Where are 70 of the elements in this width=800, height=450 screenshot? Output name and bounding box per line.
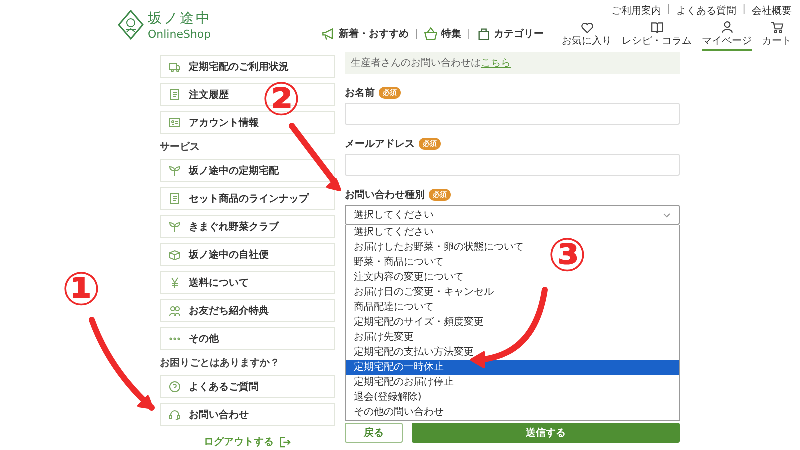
basket-icon [424, 27, 438, 41]
submit-button[interactable]: 送信する [412, 423, 680, 443]
dropdown-option[interactable]: 退会(登録解除) [346, 390, 679, 405]
document-icon [169, 192, 181, 204]
select-field[interactable]: 選択してください [345, 205, 680, 225]
sprout-icon [169, 220, 181, 232]
menu-item[interactable]: お問い合わせ [160, 403, 335, 426]
annotation-number: ① [62, 266, 101, 312]
logo-text: 坂ノ途中 [148, 10, 212, 28]
annotation-number: ③ [548, 232, 587, 278]
section-heading: お困りごとはありますか？ [160, 357, 281, 370]
megaphone-icon [322, 27, 336, 41]
headset-icon [169, 408, 181, 420]
header-icon-link[interactable]: カート [762, 21, 792, 51]
menu-item[interactable]: 送料について [160, 271, 335, 294]
logout-icon[interactable] [280, 436, 291, 448]
logo-icon[interactable] [118, 10, 144, 40]
dropdown-option[interactable]: 定期宅配のサイズ・頻度変更 [346, 315, 679, 330]
nav-link[interactable]: 特集 [424, 27, 462, 41]
menu-item[interactable]: セット商品のラインナップ [160, 187, 335, 210]
header-icon-link[interactable]: マイページ [702, 21, 752, 51]
nav-divider: | [415, 28, 418, 40]
chevron-down-icon [663, 212, 671, 218]
notice-text: 生産者さんのお問い合わせはこちら [351, 56, 512, 70]
annotation-arrow [289, 123, 342, 192]
dropdown-option[interactable]: お届け先変更 [346, 330, 679, 345]
nav-link[interactable]: カテゴリー [476, 27, 544, 41]
top-link[interactable]: ご利用案内 [611, 4, 662, 18]
logo-subtext: OnlineShop [148, 28, 212, 40]
nav-divider: | [467, 28, 471, 40]
dropdown-option[interactable]: お届け日のご変更・キャンセル [346, 285, 679, 300]
menu-item[interactable]: 坂ノ途中の定期宅配 [160, 159, 335, 182]
document-icon [169, 88, 181, 100]
dropdown-option[interactable]: 定期宅配の一時休止 [346, 360, 679, 375]
people-icon [169, 304, 181, 316]
yen-icon [169, 276, 181, 288]
field-label: お名前 [345, 86, 375, 100]
heart-icon [580, 21, 594, 34]
input-field[interactable] [345, 103, 680, 125]
input-field[interactable] [345, 154, 680, 176]
menu-item[interactable]: 定期宅配のご利用状況 [160, 55, 335, 78]
link-divider: | [742, 4, 746, 17]
dropdown-option[interactable]: 商品配達について [346, 300, 679, 315]
menu-item[interactable]: よくあるご質問 [160, 375, 335, 398]
truck-icon [169, 60, 181, 72]
section-heading: サービス [160, 140, 201, 154]
menu-item[interactable]: 坂ノ途中の自社便 [160, 243, 335, 266]
person-icon [720, 21, 734, 34]
field-label: メールアドレス [345, 138, 415, 151]
book-icon [650, 21, 664, 34]
menu-item[interactable]: きまぐれ野菜クラブ [160, 215, 335, 238]
dropdown-option[interactable]: その他の問い合わせ [346, 405, 679, 420]
menu-item[interactable]: お友だち紹介特典 [160, 299, 335, 322]
box-icon [169, 248, 181, 260]
sprout-icon [169, 164, 181, 176]
menu-item[interactable]: その他 [160, 327, 335, 350]
header-icon-link[interactable]: レシピ・コラム [622, 21, 692, 51]
question-icon [169, 380, 181, 392]
link-divider: | [667, 4, 671, 17]
header-icon-link[interactable]: お気に入り [562, 21, 612, 51]
bag-icon [476, 27, 491, 41]
card-icon [169, 116, 181, 128]
dropdown-option[interactable]: 定期宅配のお届け停止 [346, 375, 679, 390]
nav-link[interactable]: 新着・おすすめ [322, 27, 409, 41]
dropdown-option[interactable]: 定期宅配の支払い方法変更 [346, 345, 679, 360]
top-link[interactable]: 会社概要 [752, 4, 792, 18]
top-link[interactable]: よくある質問 [676, 4, 737, 18]
cart-icon [770, 21, 784, 34]
field-label: お問い合わせ種別 [345, 188, 425, 202]
back-button[interactable]: 戻る [345, 423, 403, 443]
